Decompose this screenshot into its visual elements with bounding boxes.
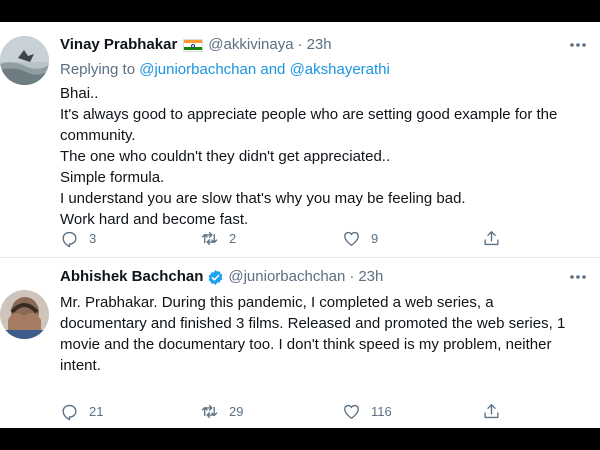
retweet-count: 2 (229, 230, 237, 246)
tweet-line: documentary and finished 3 films. Releas… (60, 315, 566, 332)
tweet-vinay[interactable]: Vinay Prabhakar @akkivinaya · 23h Replyi… (0, 22, 600, 258)
reply-count: 3 (89, 230, 97, 246)
timestamp[interactable]: 23h (307, 35, 332, 55)
separator-dot: · (297, 36, 303, 53)
tweet-header: Abhishek Bachchan @juniorbachchan · 23h (60, 267, 383, 287)
reply-icon (62, 404, 77, 420)
like-count: 116 (371, 403, 392, 419)
tweet-line: Simple formula. (60, 169, 165, 186)
tweet-line: I understand you are slow that's why you… (60, 190, 466, 207)
reply-button[interactable]: 3 (60, 228, 96, 248)
replying-prefix: Replying to (60, 61, 140, 78)
tweet-line: movie and the documentary too. I don't t… (60, 336, 552, 353)
user-handle[interactable]: @akkivinaya (208, 35, 293, 55)
avatar[interactable] (0, 36, 49, 85)
share-button[interactable] (482, 228, 501, 248)
avatar[interactable] (0, 290, 49, 339)
like-button[interactable]: 9 (342, 228, 378, 248)
tweet-thread: Vinay Prabhakar @akkivinaya · 23h Replyi… (0, 22, 600, 428)
tweet-header: Vinay Prabhakar @akkivinaya · 23h (60, 35, 332, 55)
mention-link[interactable]: @juniorbachchan (139, 61, 256, 78)
share-icon (484, 230, 499, 245)
more-options-icon[interactable] (568, 270, 588, 284)
tweet-actions: 3 2 9 (60, 228, 540, 248)
tweet-text: Bhai.. It's always good to appreciate pe… (60, 83, 590, 230)
tweet-actions: 21 29 116 (60, 401, 540, 421)
tweet-line: community. (60, 127, 136, 144)
heart-icon (344, 404, 359, 419)
heart-icon (344, 231, 359, 246)
reply-icon (62, 231, 77, 247)
retweet-button[interactable]: 2 (200, 228, 236, 248)
tweet-line: It's always good to appreciate people wh… (60, 106, 558, 123)
tweet-line: intent. (60, 357, 101, 374)
timestamp[interactable]: 23h (358, 267, 383, 287)
separator-dot: · (349, 268, 355, 285)
share-icon (484, 403, 499, 418)
replying-to: Replying to @juniorbachchan and @akshaye… (60, 60, 390, 80)
user-handle[interactable]: @juniorbachchan (228, 267, 345, 287)
tweet-line: Work hard and become fast. (60, 211, 249, 228)
tweet-abhishek[interactable]: Abhishek Bachchan @juniorbachchan · 23h … (0, 258, 600, 428)
india-flag-icon (183, 38, 204, 52)
retweet-count: 29 (229, 403, 244, 419)
retweet-button[interactable]: 29 (200, 401, 243, 421)
mention-link[interactable]: @akshayerathi (290, 61, 390, 78)
reply-button[interactable]: 21 (60, 401, 103, 421)
display-name[interactable]: Abhishek Bachchan (60, 267, 203, 287)
retweet-icon (201, 231, 218, 245)
replying-and[interactable]: and (256, 61, 289, 78)
like-count: 9 (371, 230, 379, 246)
more-options-icon[interactable] (568, 38, 588, 52)
share-button[interactable] (482, 401, 501, 421)
like-button[interactable]: 116 (342, 401, 392, 421)
verified-badge-icon (207, 269, 224, 286)
tweet-line: Bhai.. (60, 85, 99, 102)
reply-count: 21 (89, 403, 104, 419)
tweet-line: The one who couldn't they didn't get app… (60, 148, 391, 165)
tweet-text: Mr. Prabhakar. During this pandemic, I c… (60, 292, 590, 376)
retweet-icon (201, 404, 218, 418)
tweet-line: Mr. Prabhakar. During this pandemic, I c… (60, 294, 494, 311)
display-name[interactable]: Vinay Prabhakar (60, 35, 177, 55)
